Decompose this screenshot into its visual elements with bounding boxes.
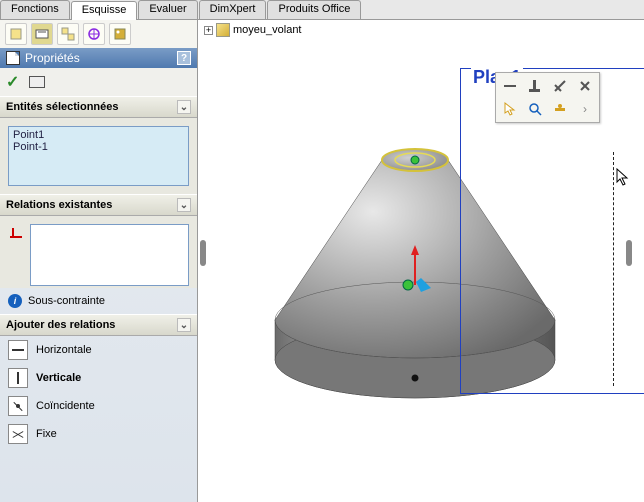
tab-esquisse[interactable]: Esquisse	[71, 1, 138, 20]
properties-title-label: Propriétés	[25, 51, 80, 65]
collapse-icon[interactable]: ⌄	[177, 100, 191, 114]
add-relations-body: Horizontale Verticale Coïncidente Fixe	[0, 336, 197, 448]
selected-entities-listbox[interactable]: Point1 Point-1	[8, 126, 189, 186]
collapse-icon[interactable]: ⌄	[177, 198, 191, 212]
feature-tree-icon[interactable]	[5, 23, 27, 45]
zoom-fit-icon[interactable]	[499, 76, 521, 96]
property-manager-panel: Propriétés ? ✓ Entités sélectionnées ⌄ P…	[0, 20, 198, 502]
fixed-icon	[8, 424, 28, 444]
existing-relations-listbox[interactable]	[30, 224, 189, 286]
relation-coincident[interactable]: Coïncidente	[0, 392, 197, 420]
perpendicular-tool-icon[interactable]	[549, 76, 571, 96]
tab-bar: Fonctions Esquisse Evaluer DimXpert Prod…	[0, 0, 644, 20]
zoom-icon[interactable]	[524, 99, 546, 119]
property-manager-icon[interactable]	[31, 23, 53, 45]
selected-entities-body: Point1 Point-1	[0, 118, 197, 194]
relation-fixed[interactable]: Fixe	[0, 420, 197, 448]
render-manager-icon[interactable]	[109, 23, 131, 45]
relation-horizontal[interactable]: Horizontale	[0, 336, 197, 364]
pushpin-button[interactable]	[29, 76, 45, 88]
more-icon[interactable]: ›	[574, 99, 596, 119]
coincident-icon	[8, 396, 28, 416]
existing-relations-header[interactable]: Relations existantes ⌄	[0, 194, 197, 216]
vertical-icon	[8, 368, 28, 388]
relation-label: Coïncidente	[36, 400, 95, 412]
relation-label: Fixe	[36, 428, 57, 440]
tab-evaluer[interactable]: Evaluer	[138, 0, 197, 19]
relation-label: Horizontale	[36, 344, 92, 356]
relation-vertical[interactable]: Verticale	[0, 364, 197, 392]
select-icon[interactable]	[499, 99, 521, 119]
normal-to-icon[interactable]	[524, 76, 546, 96]
existing-relations-label: Relations existantes	[6, 199, 112, 211]
fix-tool-icon[interactable]	[574, 76, 596, 96]
constraint-status-row: i Sous-contrainte	[0, 288, 197, 314]
ok-button[interactable]: ✓	[6, 72, 19, 92]
add-relations-header[interactable]: Ajouter des relations ⌄	[0, 314, 197, 336]
list-item[interactable]: Point1	[13, 129, 184, 141]
list-item[interactable]: Point-1	[13, 141, 184, 153]
context-toolbar: ›	[495, 72, 600, 123]
graphics-viewport[interactable]: + moyeu_volant	[198, 20, 644, 502]
help-button[interactable]: ?	[177, 51, 191, 65]
document-icon	[6, 51, 20, 65]
cursor-icon	[616, 168, 630, 189]
selected-entities-header[interactable]: Entités sélectionnées ⌄	[0, 96, 197, 118]
add-relations-label: Ajouter des relations	[6, 319, 115, 331]
confirm-row: ✓	[0, 68, 197, 96]
constraint-status-label: Sous-contrainte	[28, 295, 105, 307]
horizontal-icon	[8, 340, 28, 360]
tab-produits-office[interactable]: Produits Office	[267, 0, 361, 19]
relation-label: Verticale	[36, 372, 81, 384]
selected-entities-label: Entités sélectionnées	[6, 101, 119, 113]
info-icon: i	[8, 294, 22, 308]
collapse-icon[interactable]: ⌄	[177, 318, 191, 332]
perpendicular-icon	[8, 224, 24, 240]
dimxpert-manager-icon[interactable]	[83, 23, 105, 45]
config-manager-icon[interactable]	[57, 23, 79, 45]
properties-header: Propriétés ?	[0, 48, 197, 68]
tab-dimxpert[interactable]: DimXpert	[199, 0, 267, 19]
left-scroll-handle[interactable]	[200, 240, 206, 266]
existing-relations-body	[0, 216, 197, 288]
properties-icon[interactable]	[549, 99, 571, 119]
feature-manager-tabs	[0, 20, 197, 48]
right-scroll-handle[interactable]	[626, 240, 632, 266]
tab-fonctions[interactable]: Fonctions	[0, 0, 70, 19]
